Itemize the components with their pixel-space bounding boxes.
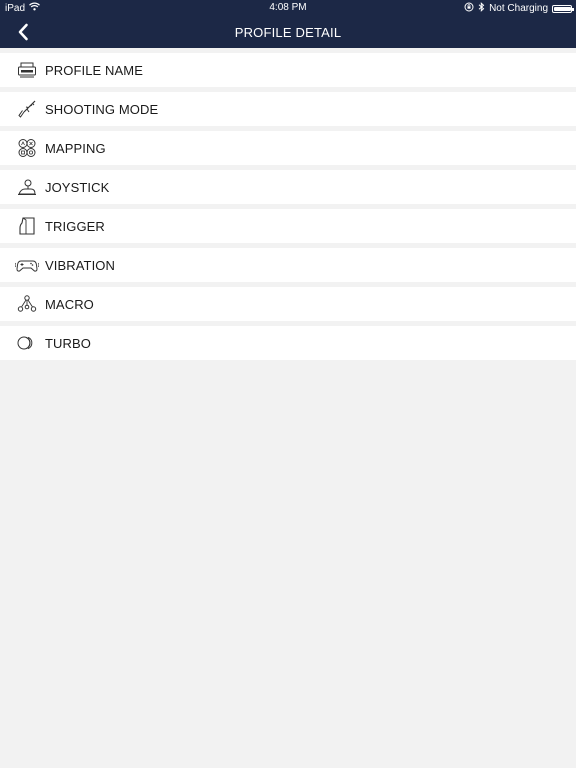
list-item-label: MACRO	[45, 296, 94, 312]
list-item-vibration[interactable]: VIBRATION	[0, 248, 576, 282]
rifle-icon	[15, 97, 39, 121]
list-item-joystick[interactable]: JOYSTICK	[0, 170, 576, 204]
list-item-label: TURBO	[45, 335, 91, 351]
charging-status: Not Charging	[489, 3, 548, 14]
status-right: Not Charging	[464, 2, 574, 15]
trigger-icon	[15, 214, 39, 238]
list-item-label: PROFILE NAME	[45, 62, 143, 78]
list-item-macro[interactable]: MACRO	[0, 287, 576, 321]
list-item-label: SHOOTING MODE	[45, 101, 159, 117]
turbo-icon	[15, 331, 39, 355]
list-item-shooting-mode[interactable]: SHOOTING MODE	[0, 92, 576, 126]
profile-options-list: PROFILE NAME SHOOTING MODE MAPPING JOYST…	[0, 53, 576, 365]
list-item-label: MAPPING	[45, 140, 106, 156]
list-item-trigger[interactable]: TRIGGER	[0, 209, 576, 243]
bluetooth-icon	[478, 2, 485, 15]
page-title: PROFILE DETAIL	[234, 25, 342, 40]
gamepad-vibration-icon	[15, 253, 39, 277]
button-mapping-icon	[15, 136, 39, 160]
list-item-turbo[interactable]: TURBO	[0, 326, 576, 360]
list-item-label: TRIGGER	[45, 218, 105, 234]
joystick-icon	[15, 175, 39, 199]
app-header: iPad 4:08 PM Not Charging PROFILE DETAIL	[0, 0, 576, 48]
list-item-label: JOYSTICK	[45, 179, 110, 195]
macro-nodes-icon	[15, 292, 39, 316]
orientation-lock-icon	[464, 2, 474, 15]
list-item-profile-name[interactable]: PROFILE NAME	[0, 53, 576, 87]
profile-card-icon	[15, 58, 39, 82]
status-bar: iPad 4:08 PM Not Charging	[0, 0, 576, 16]
list-item-label: VIBRATION	[45, 257, 116, 273]
battery-icon	[552, 4, 574, 13]
list-item-mapping[interactable]: MAPPING	[0, 131, 576, 165]
nav-bar: PROFILE DETAIL	[0, 16, 576, 48]
